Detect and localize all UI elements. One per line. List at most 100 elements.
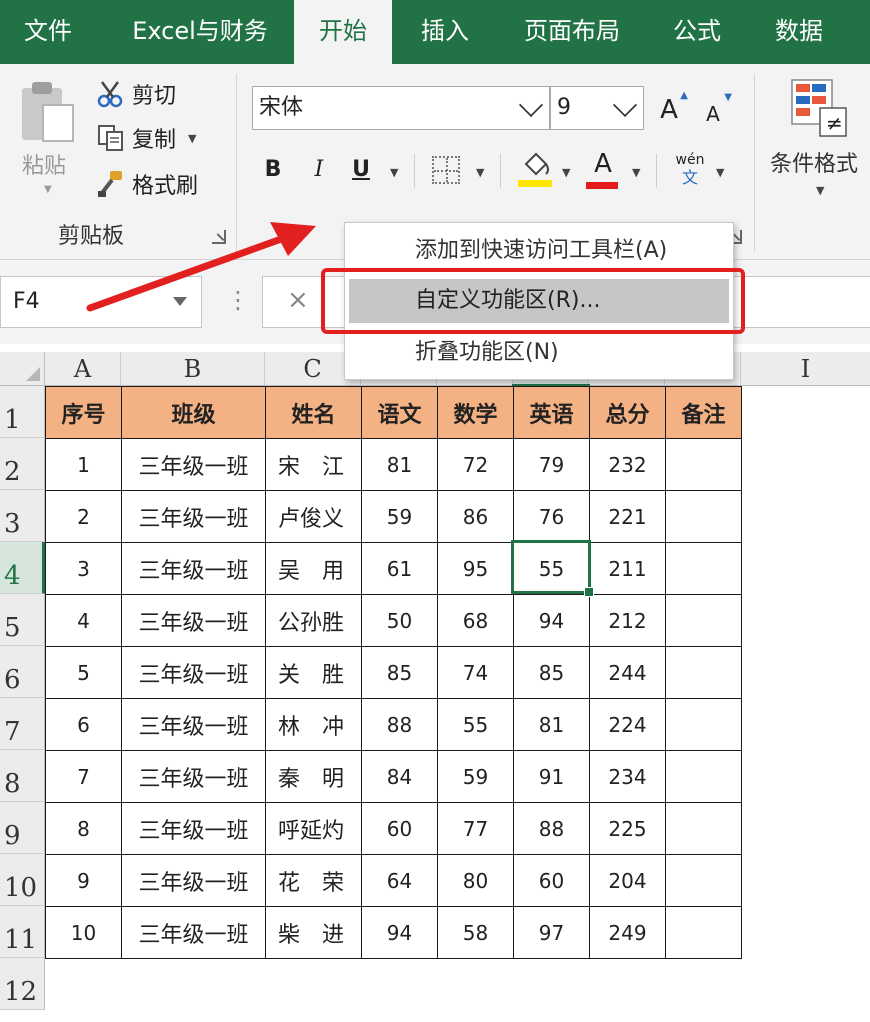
cell-chinese[interactable]: 88 bbox=[361, 698, 438, 751]
cell-chinese[interactable]: 61 bbox=[361, 542, 438, 595]
cell-english[interactable]: 79 bbox=[513, 438, 590, 491]
cell-total[interactable]: 232 bbox=[589, 438, 666, 491]
cell-total[interactable]: 249 bbox=[589, 906, 666, 959]
cell-total[interactable]: 225 bbox=[589, 802, 666, 855]
conditional-format-icon[interactable]: ≠ bbox=[790, 78, 848, 138]
name-box[interactable]: F4 bbox=[0, 276, 202, 328]
cell-english[interactable]: 81 bbox=[513, 698, 590, 751]
fill-color-dropdown-icon[interactable]: ▼ bbox=[562, 166, 570, 179]
cell-class[interactable]: 三年级一班 bbox=[121, 438, 266, 491]
tab-home[interactable]: 开始 bbox=[294, 0, 392, 64]
font-color-dropdown-icon[interactable]: ▼ bbox=[632, 166, 640, 179]
cell-remark[interactable] bbox=[665, 750, 742, 803]
cell-chinese[interactable]: 60 bbox=[361, 802, 438, 855]
tab-insert[interactable]: 插入 bbox=[398, 0, 492, 64]
cell-class[interactable]: 三年级一班 bbox=[121, 542, 266, 595]
shrink-font-button[interactable]: A ▼ bbox=[700, 92, 732, 134]
cell-total[interactable]: 224 bbox=[589, 698, 666, 751]
cell-chinese[interactable]: 50 bbox=[361, 594, 438, 647]
tab-formulas[interactable]: 公式 bbox=[650, 0, 744, 64]
paste-dropdown-icon[interactable]: ▼ bbox=[44, 184, 52, 195]
cell-remark[interactable] bbox=[665, 854, 742, 907]
row-header[interactable]: 5 bbox=[0, 594, 45, 646]
column-header-b[interactable]: B bbox=[121, 352, 265, 386]
cell-class[interactable]: 三年级一班 bbox=[121, 490, 266, 543]
cell-name[interactable]: 吴 用 bbox=[265, 542, 362, 595]
cell-no[interactable]: 7 bbox=[45, 750, 122, 803]
row-header[interactable]: 6 bbox=[0, 646, 45, 698]
cell-class[interactable]: 三年级一班 bbox=[121, 802, 266, 855]
row-header-selected[interactable]: 4 bbox=[0, 542, 45, 594]
paste-icon[interactable] bbox=[18, 80, 78, 142]
font-name-box[interactable]: 宋体 bbox=[252, 86, 550, 130]
cell-remark[interactable] bbox=[665, 594, 742, 647]
cell-math[interactable]: 77 bbox=[437, 802, 514, 855]
row-header[interactable]: 2 bbox=[0, 438, 45, 490]
row-header[interactable]: 9 bbox=[0, 802, 45, 854]
cell-english[interactable]: 85 bbox=[513, 646, 590, 699]
row-header[interactable]: 10 bbox=[0, 854, 45, 906]
phonetic-dropdown-icon[interactable]: ▼ bbox=[716, 166, 724, 179]
cell-chinese[interactable]: 81 bbox=[361, 438, 438, 491]
cell-chinese[interactable]: 94 bbox=[361, 906, 438, 959]
header-cell-name[interactable]: 姓名 bbox=[265, 386, 362, 439]
cell-english[interactable]: 91 bbox=[513, 750, 590, 803]
tab-data[interactable]: 数据 bbox=[752, 0, 846, 64]
row-header[interactable]: 3 bbox=[0, 490, 45, 542]
cell-class[interactable]: 三年级一班 bbox=[121, 594, 266, 647]
border-icon[interactable] bbox=[432, 156, 460, 184]
cell-math[interactable]: 72 bbox=[437, 438, 514, 491]
cell-class[interactable]: 三年级一班 bbox=[121, 698, 266, 751]
tab-file[interactable]: 文件 bbox=[0, 0, 96, 64]
cell-name[interactable]: 公孙胜 bbox=[265, 594, 362, 647]
cell-english[interactable]: 76 bbox=[513, 490, 590, 543]
copy-dropdown-icon[interactable]: ▼ bbox=[188, 132, 196, 145]
cell-remark[interactable] bbox=[665, 542, 742, 595]
column-header-i[interactable]: I bbox=[741, 352, 870, 386]
cancel-icon[interactable]: × bbox=[287, 285, 309, 315]
tab-excel-finance[interactable]: Excel与财务 bbox=[112, 0, 288, 64]
cell-remark[interactable] bbox=[665, 490, 742, 543]
chevron-down-icon[interactable] bbox=[173, 297, 187, 306]
header-cell-english[interactable]: 英语 bbox=[513, 386, 590, 439]
cell-remark[interactable] bbox=[665, 906, 742, 959]
conditional-format-dropdown-icon[interactable]: ▼ bbox=[816, 184, 824, 197]
cell-no[interactable]: 9 bbox=[45, 854, 122, 907]
cell-chinese[interactable]: 64 bbox=[361, 854, 438, 907]
header-cell-class[interactable]: 班级 bbox=[121, 386, 266, 439]
fill-color-icon[interactable] bbox=[518, 150, 554, 188]
row-header[interactable]: 1 bbox=[0, 386, 45, 438]
italic-button[interactable]: I bbox=[304, 150, 334, 190]
cell-class[interactable]: 三年级一班 bbox=[121, 646, 266, 699]
cell-class[interactable]: 三年级一班 bbox=[121, 906, 266, 959]
font-size-box[interactable]: 9 bbox=[550, 86, 644, 130]
select-all-corner[interactable] bbox=[0, 352, 45, 386]
cell-math[interactable]: 58 bbox=[437, 906, 514, 959]
row-header[interactable]: 7 bbox=[0, 698, 45, 750]
cell-math[interactable]: 68 bbox=[437, 594, 514, 647]
cell-class[interactable]: 三年级一班 bbox=[121, 854, 266, 907]
row-header[interactable]: 8 bbox=[0, 750, 45, 802]
cell-chinese[interactable]: 59 bbox=[361, 490, 438, 543]
cell-name[interactable]: 秦 明 bbox=[265, 750, 362, 803]
cell-name[interactable]: 林 冲 bbox=[265, 698, 362, 751]
cell-remark[interactable] bbox=[665, 802, 742, 855]
cell-name[interactable]: 卢俊义 bbox=[265, 490, 362, 543]
menu-item-collapse-ribbon[interactable]: 折叠功能区(N) bbox=[349, 331, 729, 375]
font-color-button[interactable]: A bbox=[586, 144, 620, 189]
tab-page-layout[interactable]: 页面布局 bbox=[506, 0, 638, 64]
cell-no[interactable]: 5 bbox=[45, 646, 122, 699]
cell-no[interactable]: 10 bbox=[45, 906, 122, 959]
clipboard-launcher-icon[interactable] bbox=[212, 230, 226, 244]
cell-total[interactable]: 204 bbox=[589, 854, 666, 907]
format-painter-button[interactable]: 格式刷 bbox=[94, 166, 198, 202]
cell-name[interactable]: 柴 进 bbox=[265, 906, 362, 959]
cell-total[interactable]: 234 bbox=[589, 750, 666, 803]
cell-name[interactable]: 呼延灼 bbox=[265, 802, 362, 855]
cell-no[interactable]: 4 bbox=[45, 594, 122, 647]
cell-name[interactable]: 花 荣 bbox=[265, 854, 362, 907]
cell-name[interactable]: 宋 江 bbox=[265, 438, 362, 491]
header-cell-math[interactable]: 数学 bbox=[437, 386, 514, 439]
cut-button[interactable]: 剪切 bbox=[94, 76, 176, 112]
paste-button-label[interactable]: 粘贴 bbox=[22, 148, 66, 180]
